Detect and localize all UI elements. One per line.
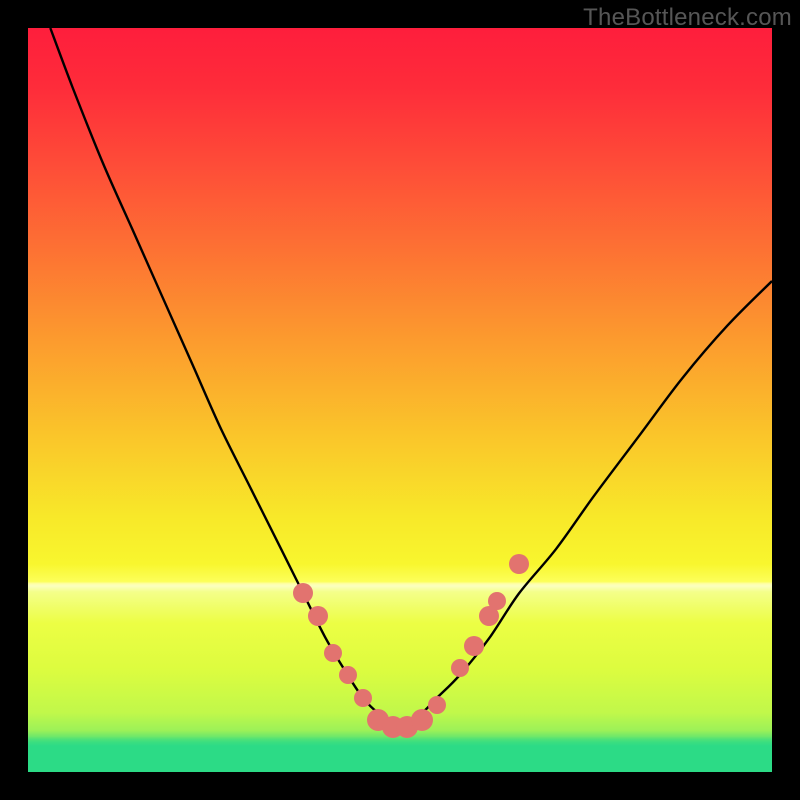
chart-frame: TheBottleneck.com <box>0 0 800 800</box>
curve-marker <box>339 666 357 684</box>
curve-marker <box>488 592 506 610</box>
curve-marker <box>308 606 328 626</box>
curve-layer <box>28 28 772 772</box>
curve-marker <box>509 554 529 574</box>
plot-area <box>28 28 772 772</box>
curve-marker <box>411 709 433 731</box>
curve-marker <box>464 636 484 656</box>
curve-marker <box>324 644 342 662</box>
bottleneck-curve <box>50 28 772 721</box>
watermark-text: TheBottleneck.com <box>583 4 792 32</box>
curve-marker <box>293 583 313 603</box>
curve-marker <box>451 659 469 677</box>
curve-marker <box>354 689 372 707</box>
curve-marker <box>428 696 446 714</box>
